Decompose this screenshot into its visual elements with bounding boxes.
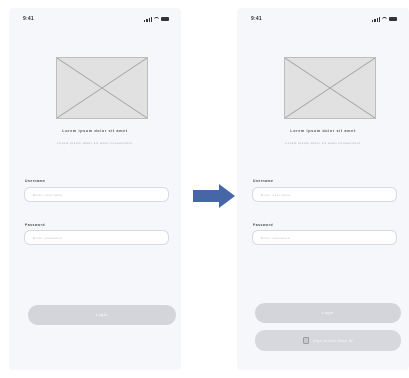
username-label: Username bbox=[25, 179, 46, 183]
username-input[interactable]: Enter username bbox=[24, 187, 169, 202]
login-button-label: Login bbox=[96, 313, 108, 317]
status-bar: 9:41 bbox=[251, 14, 397, 24]
signal-icon bbox=[144, 16, 152, 22]
face-id-button[interactable]: Sign in with Face ID bbox=[255, 330, 401, 351]
password-input[interactable]: Enter password bbox=[24, 230, 169, 245]
wifi-icon bbox=[154, 17, 159, 21]
right-arrow-icon bbox=[191, 183, 237, 209]
status-icons bbox=[144, 16, 169, 22]
password-placeholder: Enter password bbox=[261, 235, 291, 240]
status-bar: 9:41 bbox=[23, 14, 169, 24]
screen-subheading: Lorem ipsum dolor sit amet consectetur bbox=[57, 141, 133, 145]
password-label: Password bbox=[25, 223, 46, 227]
login-button[interactable]: Login bbox=[28, 305, 176, 325]
login-button[interactable]: Login bbox=[255, 303, 401, 323]
password-label: Password bbox=[253, 223, 274, 227]
status-time: 9:41 bbox=[251, 16, 262, 22]
status-icons bbox=[372, 16, 397, 22]
username-placeholder: Enter username bbox=[261, 192, 291, 197]
screen-heading: Lorem ipsum dolor sit amet bbox=[290, 129, 356, 133]
phone-screen-after: 9:41 Lorem ipsum dolor sit amet Lorem ip… bbox=[237, 8, 409, 370]
username-input[interactable]: Enter username bbox=[252, 187, 397, 202]
flow-diagram: 9:41 Lorem ipsum dolor sit amet Lorem ip… bbox=[0, 0, 409, 378]
battery-icon bbox=[389, 17, 397, 21]
face-id-icon bbox=[302, 337, 309, 344]
password-input[interactable]: Enter password bbox=[252, 230, 397, 245]
image-placeholder bbox=[56, 57, 148, 119]
status-time: 9:41 bbox=[23, 16, 34, 22]
login-button-label: Login bbox=[322, 311, 334, 315]
signal-icon bbox=[372, 16, 380, 22]
username-label: Username bbox=[253, 179, 274, 183]
password-placeholder: Enter password bbox=[33, 235, 63, 240]
phone-screen-before: 9:41 Lorem ipsum dolor sit amet Lorem ip… bbox=[9, 8, 181, 370]
face-id-button-label: Sign in with Face ID bbox=[312, 338, 354, 343]
image-placeholder bbox=[284, 57, 376, 119]
username-placeholder: Enter username bbox=[33, 192, 63, 197]
battery-icon bbox=[161, 17, 169, 21]
wifi-icon bbox=[382, 17, 387, 21]
screen-heading: Lorem ipsum dolor sit amet bbox=[62, 129, 128, 133]
screen-subheading: Lorem ipsum dolor sit amet consectetur bbox=[285, 141, 361, 145]
